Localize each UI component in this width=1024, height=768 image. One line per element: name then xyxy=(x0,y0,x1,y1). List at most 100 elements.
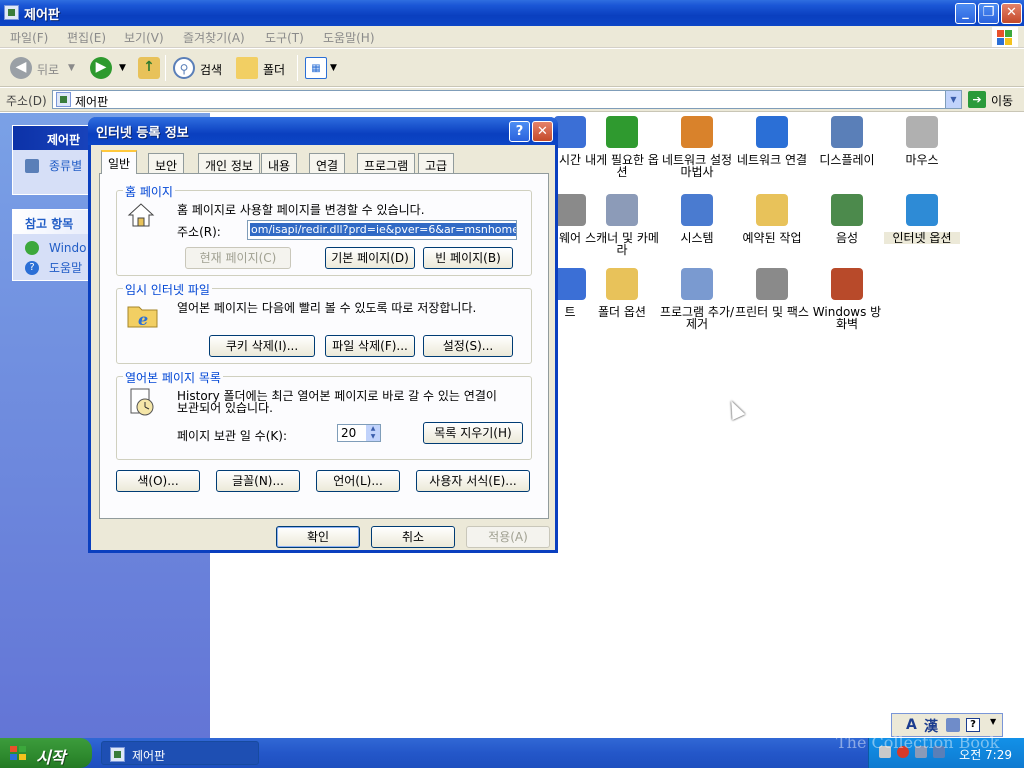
forward-dropdown-icon[interactable]: ▼ xyxy=(119,63,126,73)
category-view-icon xyxy=(25,159,39,173)
back-dropdown-icon[interactable]: ▼ xyxy=(68,63,75,73)
mouse-icon xyxy=(906,116,938,148)
search-icon[interactable]: ⚲ xyxy=(173,57,195,79)
history-icon xyxy=(127,387,159,419)
control-panel-icon xyxy=(110,747,125,762)
days-to-keep-spinner[interactable]: 20 ▲ ▼ xyxy=(337,424,381,442)
add-remove-programs-icon xyxy=(681,268,713,300)
home-address-label: 주소(R): xyxy=(177,225,221,239)
apply-button[interactable]: 적용(A) xyxy=(466,526,550,548)
ime-help-icon[interactable]: ? xyxy=(966,718,980,732)
accessibility-button[interactable]: 사용자 서식(E)... xyxy=(416,470,530,492)
cp-icon-mouse[interactable]: 마우스 xyxy=(884,116,960,166)
dialog-close-button[interactable]: ✕ xyxy=(532,121,553,142)
search-label[interactable]: 검색 xyxy=(200,61,222,78)
back-label[interactable]: 뒤로 xyxy=(37,61,59,78)
cp-icon-display[interactable]: 디스플레이 xyxy=(809,116,885,166)
cp-icon-speech[interactable]: 음성 xyxy=(809,194,885,244)
home-page-address-input[interactable]: om/isapi/redir.dll?prd=ie&pver=6&ar=msnh… xyxy=(247,220,517,240)
address-input[interactable]: 제어판 ▼ xyxy=(52,90,962,109)
fonts-button[interactable]: 글꼴(N)... xyxy=(216,470,300,492)
network-connections-icon xyxy=(756,116,788,148)
svg-text:e: e xyxy=(138,310,148,329)
tab-connections[interactable]: 연결 xyxy=(309,153,346,173)
window-titlebar[interactable]: 제어판 _ ❐ ✕ xyxy=(0,0,1024,26)
spin-down-icon[interactable]: ▼ xyxy=(366,433,380,441)
folders-label[interactable]: 폴더 xyxy=(263,61,285,78)
languages-button[interactable]: 언어(L)... xyxy=(316,470,400,492)
tab-security[interactable]: 보안 xyxy=(148,153,185,173)
menu-tools[interactable]: 도구(T) xyxy=(265,29,304,46)
go-icon[interactable]: ➔ xyxy=(968,91,986,108)
home-page-address-value: om/isapi/redir.dll?prd=ie&pver=6&ar=msnh… xyxy=(250,223,516,236)
settings-button[interactable]: 설정(S)... xyxy=(423,335,513,357)
cp-icon-internet-options[interactable]: 인터넷 옵션 xyxy=(884,194,960,244)
use-current-button[interactable]: 현재 페이지(C) xyxy=(185,247,291,269)
dialog-titlebar[interactable]: 인터넷 등록 정보 ? ✕ xyxy=(88,117,558,145)
minimize-button[interactable]: _ xyxy=(955,3,976,24)
views-icon[interactable]: ▦ xyxy=(305,57,327,79)
cp-icon-folder-options[interactable]: 폴더 옵션 xyxy=(584,268,660,318)
tab-content[interactable]: 내용 xyxy=(261,153,298,173)
cp-icon-network-wizard[interactable]: 네트워크 설정 마법사 xyxy=(659,116,735,178)
cp-icon-printers-faxes[interactable]: 프린터 및 팩스 xyxy=(734,268,810,318)
delete-files-button[interactable]: 파일 삭제(F)... xyxy=(325,335,415,357)
menu-edit[interactable]: 편집(E) xyxy=(67,29,106,46)
days-to-keep-label: 페이지 보관 일 수(K): xyxy=(177,429,287,443)
views-dropdown-icon[interactable]: ▼ xyxy=(330,63,337,73)
cp-icon-scanners-cameras[interactable]: 스캐너 및 카메라 xyxy=(584,194,660,256)
menu-favorites[interactable]: 즐겨찾기(A) xyxy=(183,29,245,46)
forward-icon[interactable]: ▶ xyxy=(90,57,112,79)
clear-history-button[interactable]: 목록 지우기(H) xyxy=(423,422,523,444)
cp-icon-scheduled-tasks[interactable]: 예약된 작업 xyxy=(734,194,810,244)
general-tab-panel: 홈 페이지 홈 페이지로 사용할 페이지를 변경할 수 있습니다. 주소(R):… xyxy=(99,173,549,519)
taskbar-item-label: 제어판 xyxy=(132,749,166,763)
address-value: 제어판 xyxy=(75,95,109,109)
taskbar-item-control-panel[interactable]: 제어판 xyxy=(101,741,259,765)
home-page-description: 홈 페이지로 사용할 페이지를 변경할 수 있습니다. xyxy=(177,203,425,217)
display-icon xyxy=(831,116,863,148)
history-description-line2: 보관되어 있습니다. xyxy=(177,401,273,415)
home-page-group: 홈 페이지 홈 페이지로 사용할 페이지를 변경할 수 있습니다. 주소(R):… xyxy=(116,183,532,276)
folders-icon[interactable] xyxy=(236,57,258,79)
ok-button[interactable]: 확인 xyxy=(276,526,360,548)
home-page-group-label: 홈 페이지 xyxy=(123,183,175,200)
tab-privacy[interactable]: 개인 정보 xyxy=(198,153,260,173)
back-icon[interactable]: ◀ xyxy=(10,57,32,79)
colors-button[interactable]: 색(O)... xyxy=(116,470,200,492)
cp-icon-system[interactable]: 시스템 xyxy=(659,194,735,244)
ime-mode[interactable]: A xyxy=(906,717,917,733)
ime-pad-icon[interactable] xyxy=(946,718,960,732)
ime-options-icon[interactable]: ▼ xyxy=(990,717,996,726)
tab-general[interactable]: 일반 xyxy=(101,150,138,174)
help-button[interactable]: ? xyxy=(509,121,530,142)
menu-file[interactable]: 파일(F) xyxy=(10,29,48,46)
switch-view-label: 종류별 xyxy=(49,159,83,173)
start-button[interactable]: 시작 xyxy=(0,738,92,768)
close-button[interactable]: ✕ xyxy=(1001,3,1022,24)
restore-button[interactable]: ❐ xyxy=(978,3,999,24)
cp-icon-accessibility[interactable]: 내게 필요한 옵션 xyxy=(584,116,660,178)
control-panel-icon xyxy=(56,92,71,107)
tab-programs[interactable]: 프로그램 xyxy=(357,153,416,173)
address-bar: 주소(D) 제어판 ▼ ➔ 이동 xyxy=(0,88,1024,112)
cancel-button[interactable]: 취소 xyxy=(371,526,455,548)
cp-icon-add-remove-programs[interactable]: 프로그램 추가/제거 xyxy=(659,268,735,330)
address-dropdown-icon[interactable]: ▼ xyxy=(945,91,961,108)
windows-update-icon xyxy=(25,241,39,255)
cp-icon-windows-firewall[interactable]: Windows 방화벽 xyxy=(809,268,885,330)
menu-help[interactable]: 도움말(H) xyxy=(323,29,375,46)
menu-view[interactable]: 보기(V) xyxy=(124,29,164,46)
use-default-button[interactable]: 기본 페이지(D) xyxy=(325,247,415,269)
start-label: 시작 xyxy=(36,748,66,767)
spin-up-icon[interactable]: ▲ xyxy=(366,425,380,433)
up-folder-icon[interactable]: ↑ xyxy=(138,57,160,79)
go-label[interactable]: 이동 xyxy=(991,92,1013,109)
mouse-cursor-icon xyxy=(724,397,746,421)
network-wizard-icon xyxy=(681,116,713,148)
temp-files-group: 임시 인터넷 파일 e 열어본 페이지는 다음에 빨리 볼 수 있도록 따로 저… xyxy=(116,281,532,364)
tab-advanced[interactable]: 고급 xyxy=(418,153,455,173)
use-blank-button[interactable]: 빈 페이지(B) xyxy=(423,247,513,269)
cp-icon-network-connections[interactable]: 네트워크 연결 xyxy=(734,116,810,166)
delete-cookies-button[interactable]: 쿠키 삭제(I)... xyxy=(209,335,315,357)
